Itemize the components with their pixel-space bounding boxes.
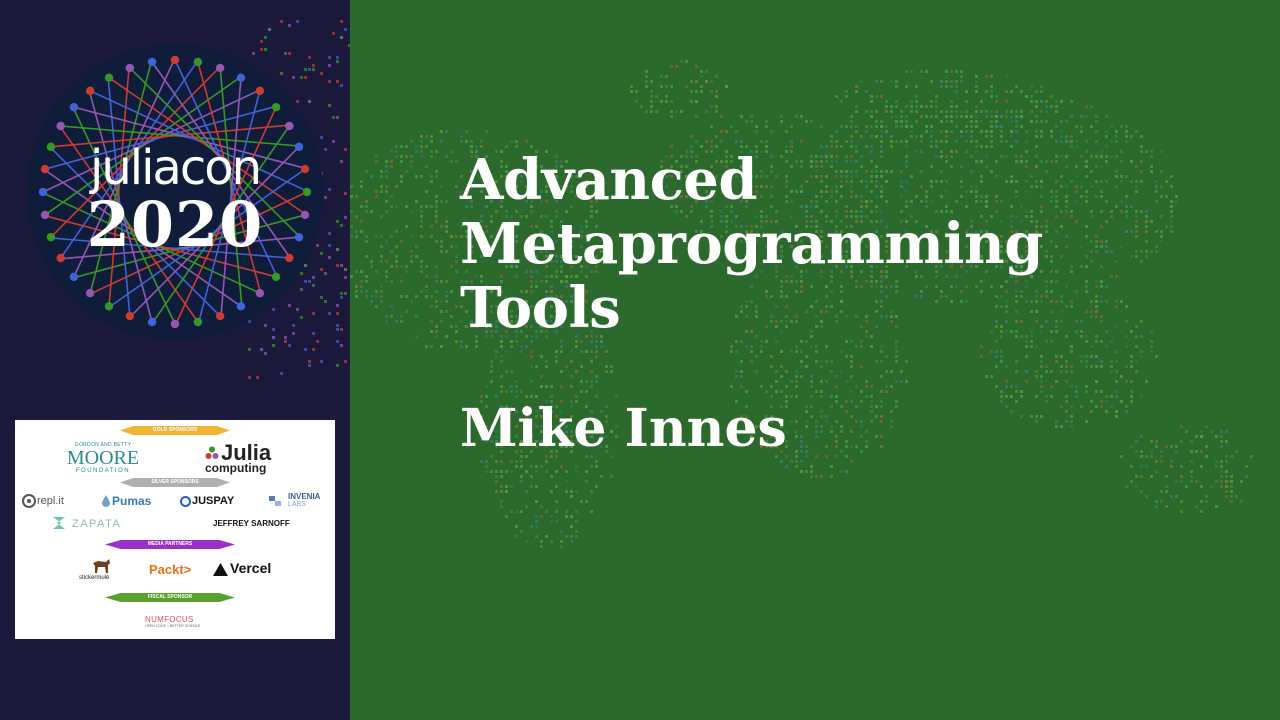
talk-title: Advanced Metaprogramming Tools <box>460 148 1043 340</box>
invenia-name: INVENIA <box>288 492 321 501</box>
pumas-name: Pumas <box>112 494 152 508</box>
silver-sponsors-banner: SILVER SPONSORS <box>120 478 230 487</box>
main-panel <box>350 0 1280 720</box>
replit-name: repl.it <box>37 495 64 507</box>
numfocus-name: NUMFOCUS <box>145 615 194 624</box>
packt-name: Packt> <box>149 562 192 577</box>
zapata-name: ZAPATA <box>72 518 122 530</box>
moore-name: MOORE <box>66 447 140 469</box>
zapata-icon <box>53 517 65 529</box>
talk-title-line: Tools <box>460 275 621 341</box>
fiscal-sponsor-banner: FISCAL SPONSOR <box>105 593 235 602</box>
replit-icon <box>22 494 36 508</box>
stickermule-name: stickermule <box>79 575 110 581</box>
invenia-sub: LABS <box>288 501 306 508</box>
vercel-name: Vercel <box>230 560 272 576</box>
juspay-icon <box>180 496 191 507</box>
sponsors-panel: GOLD SPONSORS GORDON AND BETTY MOORE FOU… <box>15 420 335 639</box>
talk-title-line: Metaprogramming <box>460 211 1043 277</box>
stickermule-mule-icon <box>93 559 110 573</box>
gold-sponsors-banner: GOLD SPONSORS <box>120 426 230 435</box>
moore-bottom-text: FOUNDATION <box>75 468 131 474</box>
vercel-triangle-icon <box>213 563 228 576</box>
logo-year: 2020 <box>86 188 264 261</box>
juspay-name: JUSPAY <box>192 495 235 507</box>
julia-computing-sub: computing <box>205 461 267 475</box>
pumas-drop-icon <box>102 495 110 507</box>
jeffrey-sarnoff-name: JEFFREY SARNOFF <box>213 519 290 528</box>
media-partners-banner: MEDIA PARTNERS <box>105 540 235 549</box>
left-panel: juliacon 2020 GOLD SPONSORS GORDON AND B… <box>0 0 350 720</box>
invenia-icon <box>269 496 281 506</box>
julia-dots-icon <box>205 446 219 459</box>
speaker-name: Mike Innes <box>460 398 787 459</box>
numfocus-sub: OPEN CODE = BETTER SCIENCE <box>145 624 201 628</box>
talk-title-line: Advanced <box>460 147 758 213</box>
world-map-dots-decoration <box>350 60 1253 548</box>
